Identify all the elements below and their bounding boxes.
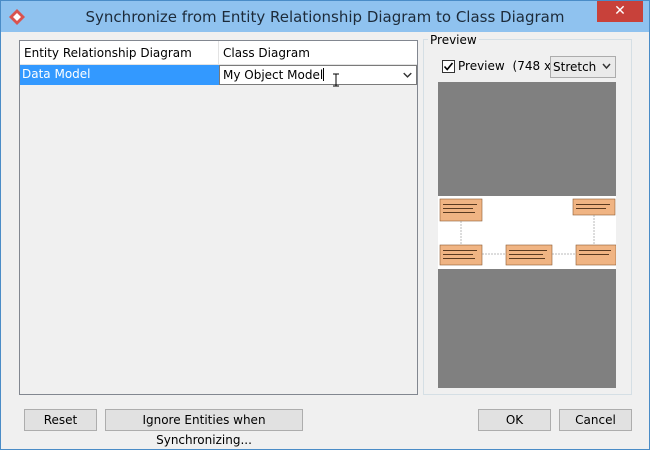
check-icon — [443, 62, 454, 71]
chevron-down-icon — [602, 63, 611, 70]
preview-label-text: Preview — [458, 59, 505, 73]
cell-er-diagram[interactable]: Data Model — [20, 65, 219, 85]
class-diagram-input[interactable]: My Object Model — [223, 68, 325, 82]
preview-canvas[interactable] — [438, 82, 616, 388]
class-diagram-value: My Object Model — [223, 68, 324, 82]
dialog-content: Entity Relationship Diagram Class Diagra… — [9, 33, 641, 447]
preview-group-label: Preview — [428, 33, 479, 47]
ibeam-cursor-icon — [333, 73, 339, 87]
table-header: Entity Relationship Diagram Class Diagra… — [20, 41, 417, 65]
table-row[interactable]: Data Model My Object Model — [20, 65, 417, 85]
scale-select-value: Stretch — [553, 60, 597, 74]
ignore-entities-button[interactable]: Ignore Entities when Synchronizing... — [105, 409, 303, 447]
class-diagram-combo[interactable]: My Object Model — [219, 65, 417, 85]
window-title: Synchronize from Entity Relationship Dia… — [85, 8, 565, 26]
close-button[interactable]: ✕ — [597, 1, 643, 22]
dialog-window: Synchronize from Entity Relationship Dia… — [0, 0, 650, 450]
title-bar[interactable]: Synchronize from Entity Relationship Dia… — [1, 1, 649, 32]
chevron-down-icon[interactable] — [398, 66, 416, 84]
column-header-er[interactable]: Entity Relationship Diagram — [20, 41, 219, 65]
diagram-thumbnail — [438, 196, 616, 269]
column-header-class[interactable]: Class Diagram — [219, 41, 417, 65]
preview-checkbox[interactable] — [442, 60, 455, 73]
mapping-table: Entity Relationship Diagram Class Diagra… — [19, 40, 418, 395]
scale-select[interactable]: Stretch — [550, 56, 616, 78]
close-icon: ✕ — [614, 3, 626, 19]
ok-button[interactable]: OK — [478, 409, 551, 431]
reset-button[interactable]: Reset — [24, 409, 97, 431]
preview-checkbox-label[interactable]: Preview (748 x... — [458, 59, 563, 73]
text-caret — [323, 68, 325, 81]
cancel-button[interactable]: Cancel — [559, 409, 632, 431]
